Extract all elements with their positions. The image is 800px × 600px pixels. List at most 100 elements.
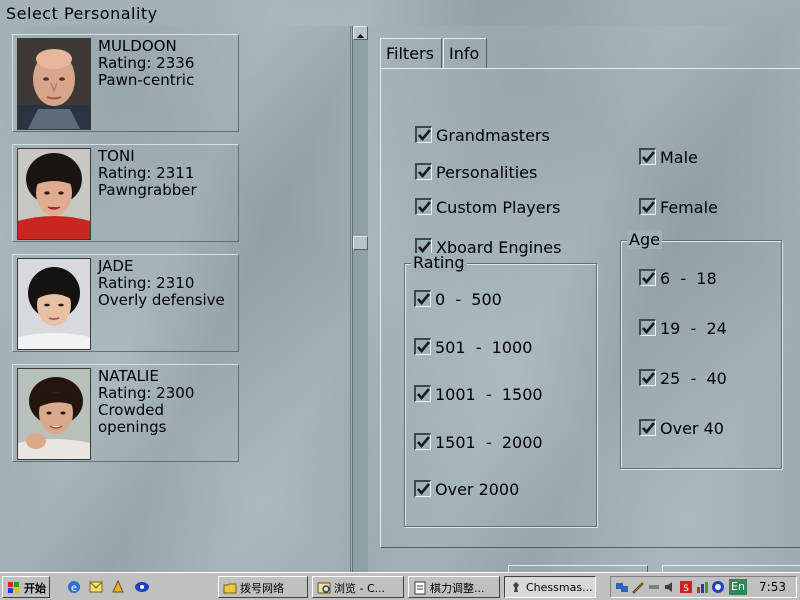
checkbox-age-over-40[interactable]: Over 40 — [639, 419, 724, 438]
start-button[interactable]: 开始 — [2, 576, 50, 598]
personality-style: openings — [98, 418, 167, 436]
task-label: 浏览 - C... — [334, 582, 386, 595]
checkbox-rating-0-500[interactable]: 0 - 500 — [414, 290, 502, 309]
tool-icon[interactable] — [647, 580, 661, 594]
checkbox-label: Personalities — [436, 163, 538, 182]
outlook-icon[interactable] — [88, 579, 104, 595]
language-indicator[interactable]: En — [729, 579, 747, 595]
checkbox-checked-icon[interactable] — [414, 433, 431, 450]
checkbox-label: 1001 - 1500 — [435, 385, 543, 404]
checkbox-checked-icon[interactable] — [639, 269, 656, 286]
tab-info[interactable]: Info — [443, 38, 487, 68]
winamp-icon[interactable] — [110, 579, 126, 595]
portrait-natalie — [17, 368, 91, 460]
window-title-bar: Select Personality — [0, 0, 800, 26]
checkbox-age-6-18[interactable]: 6 - 18 — [639, 269, 717, 288]
personality-card-natalie[interactable]: NATALIE Rating: 2300 Crowded openings — [12, 364, 239, 462]
checkbox-label: Over 2000 — [435, 480, 520, 499]
checkbox-checked-icon[interactable] — [415, 198, 432, 215]
checkbox-label: 0 - 500 — [435, 290, 502, 309]
card-text: TONI Rating: 2311 Pawngrabber — [98, 148, 238, 199]
list-scrollbar[interactable] — [352, 26, 369, 572]
personality-name: NATALIE — [98, 367, 159, 385]
portrait-toni — [17, 148, 91, 240]
checkbox-rating-1001-1500[interactable]: 1001 - 1500 — [414, 385, 543, 404]
checkbox-checked-icon[interactable] — [639, 148, 656, 165]
card-text: MULDOON Rating: 2336 Pawn-centric — [98, 38, 238, 89]
checkbox-checked-icon[interactable] — [415, 126, 432, 143]
checkbox-checked-icon[interactable] — [639, 369, 656, 386]
rating-group: Rating 0 - 500 501 - 1000 1001 - 1500 15… — [404, 253, 597, 527]
checkbox-label: Grandmasters — [436, 126, 550, 145]
personality-style: Pawngrabber — [98, 181, 197, 199]
task-explorer[interactable]: 浏览 - C... — [312, 576, 404, 598]
checkbox-checked-icon[interactable] — [414, 385, 431, 402]
scroll-thumb[interactable] — [353, 236, 368, 250]
media-icon[interactable] — [134, 579, 150, 595]
personality-list[interactable]: MULDOON Rating: 2336 Pawn-centric TONI R… — [0, 26, 351, 572]
checkbox-checked-icon[interactable] — [414, 338, 431, 355]
personality-rating: Rating: 2300 — [98, 384, 195, 402]
network-icon[interactable] — [615, 580, 629, 594]
personality-name: JADE — [98, 257, 134, 275]
age-group-label: Age — [627, 230, 662, 249]
speaker-icon[interactable] — [663, 580, 677, 594]
task-label: 棋力调整... — [430, 582, 485, 595]
checkbox-checked-icon[interactable] — [639, 319, 656, 336]
filter-area: Filters Info Grandmasters Personalities … — [368, 26, 800, 572]
personality-card-muldoon[interactable]: MULDOON Rating: 2336 Pawn-centric — [12, 34, 239, 132]
taskbar: 开始 e 拨号网络 浏览 - C... 棋力调整... Chessmas... … — [0, 572, 800, 600]
checkbox-label: 19 - 24 — [660, 319, 727, 338]
checkbox-label: Female — [660, 198, 718, 217]
task-dialup-network[interactable]: 拨号网络 — [218, 576, 308, 598]
checkbox-rating-1501-2000[interactable]: 1501 - 2000 — [414, 433, 543, 452]
checkbox-rating-over-2000[interactable]: Over 2000 — [414, 480, 519, 499]
checkbox-grandmasters[interactable]: Grandmasters — [415, 126, 550, 145]
checkbox-label: 25 - 40 — [660, 369, 727, 388]
rating-group-label: Rating — [411, 253, 467, 272]
scroll-up-button[interactable] — [353, 26, 368, 40]
checkbox-age-19-24[interactable]: 19 - 24 — [639, 319, 727, 338]
filters-panel: Grandmasters Personalities Custom Player… — [380, 68, 800, 548]
windows-logo-icon — [8, 582, 19, 593]
task-label: Chessmas... — [526, 581, 593, 594]
checkbox-label: Over 40 — [660, 419, 724, 438]
checkbox-checked-icon[interactable] — [415, 163, 432, 180]
globe-icon[interactable] — [711, 580, 725, 594]
pen-icon[interactable] — [631, 580, 645, 594]
personality-style: Crowded — [98, 401, 165, 419]
checkbox-checked-icon[interactable] — [639, 419, 656, 436]
checkbox-label: Male — [660, 148, 698, 167]
folder-icon — [223, 583, 237, 594]
card-text: NATALIE Rating: 2300 Crowded openings — [98, 368, 238, 436]
personality-name: MULDOON — [98, 37, 177, 55]
chart-icon[interactable] — [695, 580, 709, 594]
checkbox-checked-icon[interactable] — [639, 198, 656, 215]
checkbox-checked-icon[interactable] — [414, 480, 431, 497]
checkbox-rating-501-1000[interactable]: 501 - 1000 — [414, 338, 532, 357]
task-document[interactable]: 棋力调整... — [408, 576, 500, 598]
ie-icon[interactable]: e — [66, 579, 82, 595]
checkbox-female[interactable]: Female — [639, 198, 718, 217]
checkbox-label: 501 - 1000 — [435, 338, 533, 357]
svg-text:e: e — [71, 583, 77, 594]
system-tray: S En 7:53 — [610, 576, 797, 598]
personality-rating: Rating: 2311 — [98, 164, 195, 182]
app-icon[interactable]: S — [679, 580, 693, 594]
checkbox-male[interactable]: Male — [639, 148, 698, 167]
personality-style: Overly defensive — [98, 291, 225, 309]
document-icon — [414, 581, 426, 595]
checkbox-custom-players[interactable]: Custom Players — [415, 198, 561, 217]
task-chessmaster[interactable]: Chessmas... — [504, 576, 596, 598]
checkbox-age-25-40[interactable]: 25 - 40 — [639, 369, 727, 388]
age-group: Age 6 - 18 19 - 24 25 - 40 Over 40 — [620, 230, 782, 469]
tab-info-label: Info — [449, 44, 480, 63]
personality-card-jade[interactable]: JADE Rating: 2310 Overly defensive — [12, 254, 239, 352]
clock[interactable]: 7:53 — [759, 580, 786, 594]
checkbox-personalities[interactable]: Personalities — [415, 163, 537, 182]
explorer-icon — [317, 582, 331, 594]
tab-filters[interactable]: Filters — [380, 38, 442, 69]
personality-card-toni[interactable]: TONI Rating: 2311 Pawngrabber — [12, 144, 239, 242]
checkbox-checked-icon[interactable] — [414, 290, 431, 307]
svg-text:S: S — [683, 584, 689, 594]
